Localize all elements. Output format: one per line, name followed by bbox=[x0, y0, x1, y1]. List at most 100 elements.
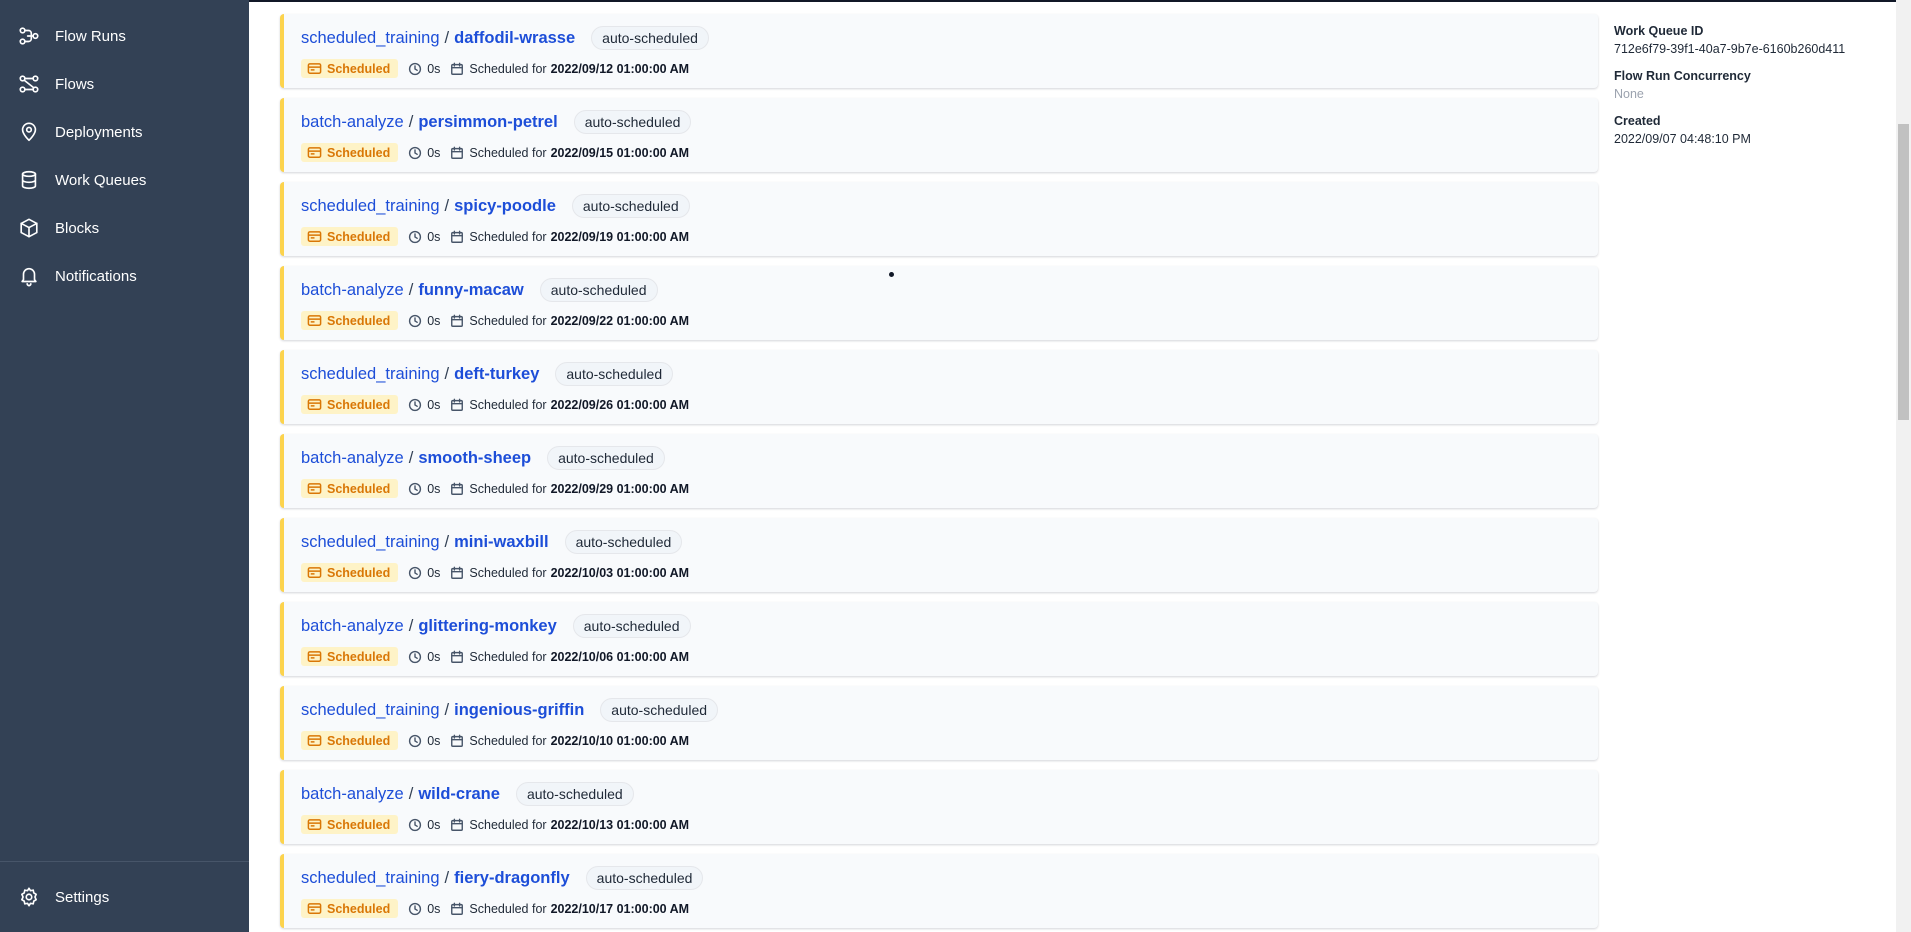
flow-run-meta: Scheduled 0s Scheduled for 2022/10/06 01… bbox=[301, 647, 689, 666]
flow-run-title: scheduled_training / deft-turkey auto-sc… bbox=[301, 362, 674, 386]
flow-run-card[interactable]: batch-analyze / persimmon-petrel auto-sc… bbox=[280, 98, 1598, 172]
flow-name-link[interactable]: batch-analyze bbox=[301, 113, 404, 132]
scheduled-icon bbox=[307, 483, 322, 494]
flow-name-link[interactable]: scheduled_training bbox=[301, 365, 440, 384]
flow-run-meta: Scheduled 0s Scheduled for 2022/10/03 01… bbox=[301, 563, 689, 582]
flow-run-card[interactable]: batch-analyze / wild-crane auto-schedule… bbox=[280, 770, 1598, 844]
duration-text: 0s bbox=[427, 649, 441, 664]
sidebar-item-work-queues[interactable]: Work Queues bbox=[0, 156, 249, 204]
sidebar-item-settings[interactable]: Settings bbox=[0, 873, 249, 921]
bell-icon bbox=[18, 265, 40, 287]
flow-name-link[interactable]: batch-analyze bbox=[301, 785, 404, 804]
flow-name-link[interactable]: batch-analyze bbox=[301, 449, 404, 468]
clock-icon bbox=[408, 566, 422, 580]
breadcrumb-separator: / bbox=[408, 784, 414, 803]
tag-badge: auto-scheduled bbox=[573, 110, 692, 134]
flow-run-name-link[interactable]: spicy-poodle bbox=[454, 197, 556, 216]
scheduled-icon bbox=[307, 315, 322, 326]
state-badge: Scheduled bbox=[301, 59, 399, 78]
tag-badge: auto-scheduled bbox=[600, 698, 719, 722]
sidebar-item-label: Flows bbox=[55, 75, 95, 93]
scheduled-icon bbox=[307, 819, 322, 830]
sidebar-item-flow-runs[interactable]: Flow Runs bbox=[0, 12, 249, 60]
flow-run-name-link[interactable]: wild-crane bbox=[418, 785, 500, 804]
sidebar-item-label: Blocks bbox=[55, 219, 100, 237]
scheduled-date: 2022/10/06 01:00:00 AM bbox=[550, 649, 690, 664]
flow-name-link[interactable]: scheduled_training bbox=[301, 701, 440, 720]
state-label: Scheduled bbox=[327, 481, 391, 496]
scheduled-icon bbox=[307, 147, 322, 158]
calendar-icon bbox=[450, 650, 464, 664]
flow-run-name-link[interactable]: ingenious-griffin bbox=[454, 701, 584, 720]
scheduled-date: 2022/10/13 01:00:00 AM bbox=[550, 817, 690, 832]
sidebar-item-blocks[interactable]: Blocks bbox=[0, 204, 249, 252]
flow-run-card[interactable]: scheduled_training / ingenious-griffin a… bbox=[280, 686, 1598, 760]
state-badge: Scheduled bbox=[301, 227, 399, 246]
sidebar-item-deployments[interactable]: Deployments bbox=[0, 108, 249, 156]
clock-icon bbox=[408, 482, 422, 496]
flow-run-title: batch-analyze / wild-crane auto-schedule… bbox=[301, 782, 634, 806]
flow-run-card[interactable]: batch-analyze / glittering-monkey auto-s… bbox=[280, 602, 1598, 676]
calendar-icon bbox=[450, 818, 464, 832]
state-label: Scheduled bbox=[327, 61, 391, 76]
duration-text: 0s bbox=[427, 61, 441, 76]
flow-run-card[interactable]: scheduled_training / spicy-poodle auto-s… bbox=[280, 182, 1598, 256]
calendar-icon bbox=[450, 482, 464, 496]
flow-run-card[interactable]: scheduled_training / mini-waxbill auto-s… bbox=[280, 518, 1598, 592]
flow-run-card[interactable]: batch-analyze / funny-macaw auto-schedul… bbox=[280, 266, 1598, 340]
flow-name-link[interactable]: scheduled_training bbox=[301, 29, 440, 48]
state-badge: Scheduled bbox=[301, 815, 399, 834]
state-label: Scheduled bbox=[327, 817, 391, 832]
clock-icon bbox=[408, 734, 422, 748]
flow-run-name-link[interactable]: funny-macaw bbox=[418, 281, 523, 300]
flow-run-name-link[interactable]: mini-waxbill bbox=[454, 533, 548, 552]
flow-name-link[interactable]: batch-analyze bbox=[301, 617, 404, 636]
scheduled-date: 2022/10/10 01:00:00 AM bbox=[550, 733, 690, 748]
flow-run-meta: Scheduled 0s Scheduled for 2022/09/15 01… bbox=[301, 143, 689, 162]
concurrency-label: Flow Run Concurrency bbox=[1614, 69, 1751, 83]
tag-badge: auto-scheduled bbox=[572, 614, 691, 638]
flow-run-name-link[interactable]: smooth-sheep bbox=[418, 449, 531, 468]
duration-text: 0s bbox=[427, 481, 441, 496]
flow-run-title: scheduled_training / mini-waxbill auto-s… bbox=[301, 530, 683, 554]
breadcrumb-separator: / bbox=[444, 532, 450, 551]
clock-icon bbox=[408, 398, 422, 412]
scheduled-for-label: Scheduled for bbox=[469, 397, 547, 412]
scheduled-icon bbox=[307, 651, 322, 662]
sidebar: Flow Runs Flows Deployments Work Queues bbox=[0, 0, 249, 932]
scheduled-icon bbox=[307, 567, 322, 578]
clock-icon bbox=[408, 902, 422, 916]
breadcrumb-separator: / bbox=[408, 616, 414, 635]
flow-run-name-link[interactable]: fiery-dragonfly bbox=[454, 869, 570, 888]
flow-run-name-link[interactable]: persimmon-petrel bbox=[418, 113, 557, 132]
scheduled-for-label: Scheduled for bbox=[469, 145, 547, 160]
flow-run-title: batch-analyze / smooth-sheep auto-schedu… bbox=[301, 446, 665, 470]
flow-run-name-link[interactable]: deft-turkey bbox=[454, 365, 539, 384]
calendar-icon bbox=[450, 230, 464, 244]
breadcrumb-separator: / bbox=[444, 196, 450, 215]
flow-run-name-link[interactable]: daffodil-wrasse bbox=[454, 29, 575, 48]
flow-run-card[interactable]: scheduled_training / fiery-dragonfly aut… bbox=[280, 854, 1598, 928]
flow-name-link[interactable]: scheduled_training bbox=[301, 533, 440, 552]
flow-run-title: scheduled_training / fiery-dragonfly aut… bbox=[301, 866, 704, 890]
flow-name-link[interactable]: batch-analyze bbox=[301, 281, 404, 300]
sidebar-item-flows[interactable]: Flows bbox=[0, 60, 249, 108]
sidebar-divider bbox=[0, 861, 249, 862]
scrollbar-thumb[interactable] bbox=[1898, 124, 1909, 420]
flow-run-card[interactable]: batch-analyze / smooth-sheep auto-schedu… bbox=[280, 434, 1598, 508]
state-label: Scheduled bbox=[327, 649, 391, 664]
app-root: Flow Runs Flows Deployments Work Queues bbox=[0, 0, 1911, 932]
cursor-dot bbox=[889, 272, 894, 277]
flow-run-title: batch-analyze / persimmon-petrel auto-sc… bbox=[301, 110, 692, 134]
flow-run-name-link[interactable]: glittering-monkey bbox=[418, 617, 556, 636]
flow-run-card[interactable]: scheduled_training / deft-turkey auto-sc… bbox=[280, 350, 1598, 424]
flow-run-list: scheduled_training / daffodil-wrasse aut… bbox=[280, 14, 1598, 932]
flow-name-link[interactable]: scheduled_training bbox=[301, 197, 440, 216]
flow-name-link[interactable]: scheduled_training bbox=[301, 869, 440, 888]
state-badge: Scheduled bbox=[301, 647, 399, 666]
state-label: Scheduled bbox=[327, 145, 391, 160]
tag-badge: auto-scheduled bbox=[585, 866, 704, 890]
flow-run-card[interactable]: scheduled_training / daffodil-wrasse aut… bbox=[280, 14, 1598, 88]
clock-icon bbox=[408, 818, 422, 832]
sidebar-item-notifications[interactable]: Notifications bbox=[0, 252, 249, 300]
